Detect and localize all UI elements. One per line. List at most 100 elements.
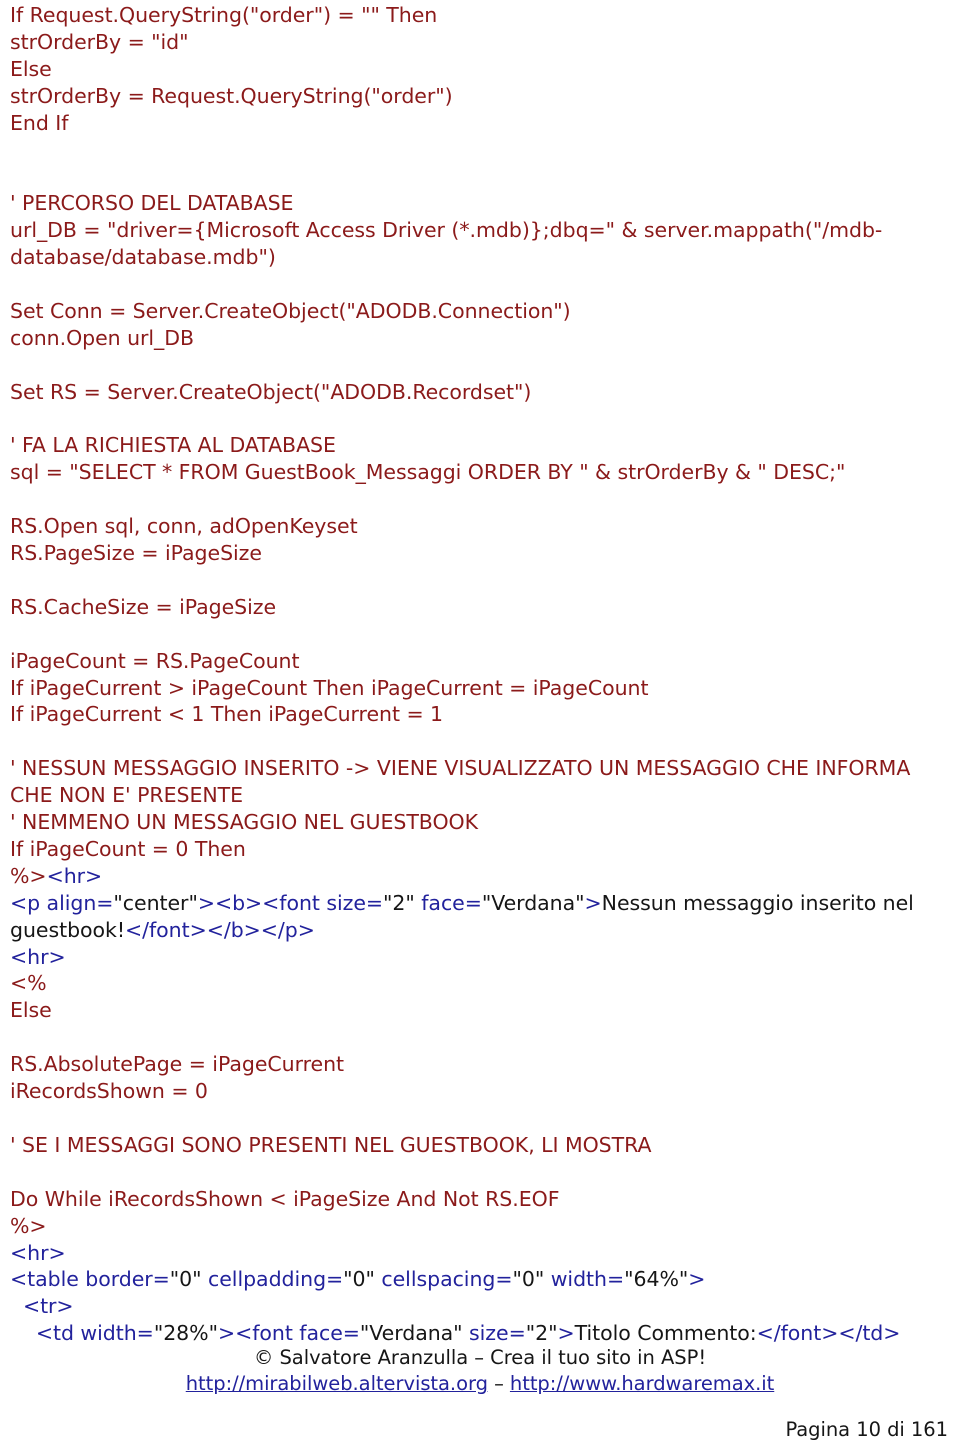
- code-segment-asp: sql = "SELECT * FROM GuestBook_Messaggi …: [10, 460, 846, 485]
- code-segment-asp: RS.PageSize = iPageSize: [10, 541, 262, 566]
- code-line: ' FA LA RICHIESTA AL DATABASE: [10, 432, 948, 459]
- code-segment-asp: ' FA LA RICHIESTA AL DATABASE: [10, 433, 336, 458]
- code-segment-asp: If iPageCount = 0 Then: [10, 836, 246, 861]
- footer-links: http://mirabilweb.altervista.org – http:…: [0, 1371, 960, 1397]
- code-segment-asp: %>: [10, 863, 47, 888]
- code-segment-tag: face=: [414, 890, 482, 915]
- footer-copyright: © Salvatore Aranzulla – Crea il tuo sito…: [0, 1345, 960, 1371]
- code-line: RS.PageSize = iPageSize: [10, 540, 948, 567]
- code-line: RS.AbsolutePage = iPageCurrent: [10, 1051, 948, 1078]
- code-line: conn.Open url_DB: [10, 325, 948, 352]
- code-segment-asp: RS.Open sql, conn, adOpenKeyset: [10, 514, 358, 539]
- code-line: Set Conn = Server.CreateObject("ADODB.Co…: [10, 298, 948, 325]
- code-segment-lit: "center": [113, 890, 198, 915]
- footer-link-mirabilweb[interactable]: http://mirabilweb.altervista.org: [186, 1372, 488, 1395]
- code-line: <hr>: [10, 1240, 948, 1267]
- code-line: RS.CacheSize = iPageSize: [10, 594, 948, 621]
- code-line: sql = "SELECT * FROM GuestBook_Messaggi …: [10, 459, 948, 486]
- code-line: End If: [10, 110, 948, 137]
- code-segment-lit: "Verdana": [481, 890, 585, 915]
- code-segment-lit: "0": [343, 1267, 375, 1292]
- code-segment-asp: ' PERCORSO DEL DATABASE: [10, 191, 294, 216]
- code-listing: If Request.QueryString("order") = "" The…: [10, 2, 948, 1347]
- code-segment-asp: If iPageCurrent < 1 Then iPageCurrent = …: [10, 702, 444, 727]
- code-segment-asp: Set Conn = Server.CreateObject("ADODB.Co…: [10, 298, 571, 323]
- code-segment-asp: If iPageCurrent > iPageCount Then iPageC…: [10, 675, 649, 700]
- code-segment-tag: >: [557, 1321, 575, 1346]
- code-line: ' PERCORSO DEL DATABASE: [10, 190, 948, 217]
- code-line: url_DB = "driver={Microsoft Access Drive…: [10, 217, 948, 271]
- code-line: If iPageCount = 0 Then: [10, 836, 948, 863]
- page-number: Pagina 10 di 161: [785, 1418, 948, 1441]
- code-segment-tag: <hr>: [10, 1240, 66, 1265]
- code-segment-tag: <hr>: [46, 863, 103, 888]
- code-segment-asp: RS.AbsolutePage = iPageCurrent: [10, 1052, 345, 1077]
- code-segment-asp: ' NEMMENO UN MESSAGGIO NEL GUESTBOOK: [10, 810, 479, 835]
- copyright-text: © Salvatore Aranzulla – Crea il tuo sito…: [253, 1346, 707, 1369]
- code-segment-tag: cellpadding=: [201, 1267, 344, 1292]
- code-segment-asp: Else: [10, 998, 52, 1023]
- code-line: <hr>: [10, 944, 948, 971]
- code-segment-asp: ' NESSUN MESSAGGIO INSERITO -> VIENE VIS…: [10, 756, 917, 808]
- code-segment-asp: RS.CacheSize = iPageSize: [10, 594, 277, 619]
- code-line: <%: [10, 970, 948, 997]
- code-segment-tag: <p align=: [10, 890, 114, 915]
- code-segment-asp: ' SE I MESSAGGI SONO PRESENTI NEL GUESTB…: [10, 1132, 652, 1157]
- code-line: <tr>: [10, 1293, 948, 1320]
- code-segment-asp: conn.Open url_DB: [10, 325, 195, 350]
- code-segment-lit: "28%": [153, 1321, 218, 1346]
- code-segment-lit: "2": [383, 890, 415, 915]
- code-line: Else: [10, 56, 948, 83]
- code-line: If iPageCurrent > iPageCount Then iPageC…: [10, 675, 948, 702]
- code-line: <p align="center"><b><font size="2" face…: [10, 890, 948, 944]
- code-segment-tag: <table border=: [10, 1267, 170, 1292]
- code-line: ' SE I MESSAGGI SONO PRESENTI NEL GUESTB…: [10, 1132, 948, 1159]
- code-segment-asp: %>: [10, 1213, 47, 1238]
- code-line: <table border="0" cellpadding="0" cellsp…: [10, 1266, 948, 1293]
- code-segment-asp: Do While iRecordsShown < iPageSize And N…: [10, 1186, 560, 1211]
- code-segment-asp: Set RS = Server.CreateObject("ADODB.Reco…: [10, 379, 532, 404]
- code-segment-lit: "Verdana": [359, 1321, 463, 1346]
- footer-link-separator: –: [487, 1372, 510, 1395]
- code-line: %>: [10, 1213, 948, 1240]
- code-segment-tag: </font></td>: [756, 1321, 901, 1346]
- code-segment-tag: ><b><font size=: [197, 890, 384, 915]
- code-segment-asp: iRecordsShown = 0: [10, 1079, 208, 1104]
- code-segment-asp: Else: [10, 56, 52, 81]
- code-segment-lit: "2": [525, 1321, 558, 1346]
- footer-link-hardwaremax[interactable]: http://www.hardwaremax.it: [510, 1372, 774, 1395]
- pdf-page: If Request.QueryString("order") = "" The…: [0, 0, 960, 1454]
- code-segment-tag: ><font face=: [218, 1321, 360, 1346]
- code-line: strOrderBy = Request.QueryString("order"…: [10, 83, 948, 110]
- code-segment-lit: Titolo Commento:: [574, 1321, 757, 1346]
- code-segment-tag: cellspacing=: [374, 1267, 513, 1292]
- code-segment-tag: size=: [462, 1321, 526, 1346]
- code-segment-asp: strOrderBy = Request.QueryString("order"…: [10, 83, 453, 108]
- page-footer: © Salvatore Aranzulla – Crea il tuo sito…: [0, 1345, 960, 1397]
- code-segment-lit: "64%": [624, 1267, 689, 1292]
- code-segment-asp: End If: [10, 110, 69, 135]
- code-line: If Request.QueryString("order") = "" The…: [10, 2, 948, 29]
- code-line: RS.Open sql, conn, adOpenKeyset: [10, 513, 948, 540]
- code-line: <td width="28%"><font face="Verdana" siz…: [10, 1320, 948, 1347]
- code-segment-lit: "0": [169, 1267, 202, 1292]
- code-segment-tag: <tr>: [10, 1294, 74, 1319]
- code-line: Set RS = Server.CreateObject("ADODB.Reco…: [10, 379, 948, 406]
- code-line: strOrderBy = "id": [10, 29, 948, 56]
- code-line: If iPageCurrent < 1 Then iPageCurrent = …: [10, 701, 948, 728]
- code-line: %><hr>: [10, 863, 948, 890]
- code-segment-tag: >: [584, 890, 602, 915]
- code-segment-lit: "0": [512, 1267, 545, 1292]
- code-line: Do While iRecordsShown < iPageSize And N…: [10, 1186, 948, 1213]
- code-line: iRecordsShown = 0: [10, 1078, 948, 1105]
- code-segment-asp: url_DB = "driver={Microsoft Access Drive…: [10, 218, 883, 270]
